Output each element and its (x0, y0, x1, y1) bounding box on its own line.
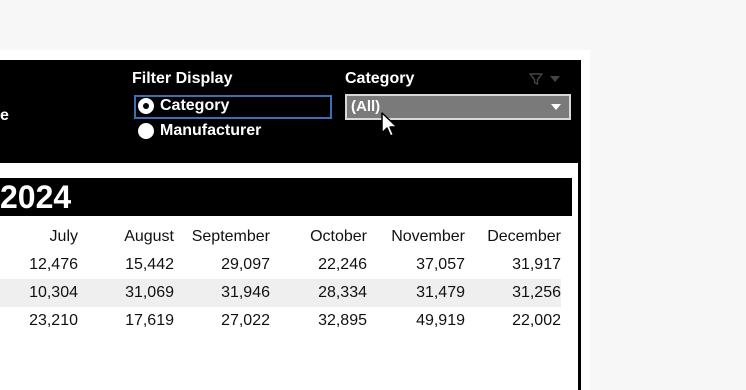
background-top (0, 0, 590, 50)
table-row: 10,304 31,069 31,946 28,334 31,479 31,25… (0, 279, 561, 307)
table-cell: 17,619 (125, 312, 174, 329)
table-cell: 31,917 (512, 256, 561, 273)
table-cell: 27,022 (221, 312, 270, 329)
year-title: 2024 (0, 179, 72, 215)
filter-display-title: Filter Display (132, 70, 233, 87)
table-cell: 28,334 (270, 279, 367, 307)
table-row: 12,476 15,442 29,097 22,246 37,057 31,91… (0, 251, 561, 279)
background-right (590, 0, 746, 390)
year-title-bar: 2024 (0, 178, 572, 216)
radio-checked-icon[interactable] (138, 98, 154, 114)
table-cell: 31,256 (465, 279, 561, 307)
table-cell: 31,946 (174, 279, 270, 307)
radio-option-category[interactable]: Category (138, 97, 229, 115)
column-header: December (487, 228, 561, 245)
table-cell: 37,057 (416, 256, 465, 273)
chevron-down-icon[interactable] (551, 104, 561, 110)
table-cell: 49,919 (416, 312, 465, 329)
table-row: 23,210 17,619 27,022 32,895 49,919 22,00… (0, 307, 561, 335)
table-cell: 22,002 (512, 312, 561, 329)
column-header: August (124, 228, 174, 245)
radio-label-category: Category (160, 97, 230, 114)
category-filter-title: Category (345, 70, 415, 87)
table-cell: 12,476 (29, 256, 78, 273)
filter-tools (529, 72, 561, 86)
category-dropdown[interactable]: (All) (345, 94, 571, 120)
filter-icon[interactable] (529, 72, 543, 86)
table-cell: 23,210 (29, 312, 78, 329)
column-header: October (310, 228, 367, 245)
table-cell: 31,069 (78, 279, 174, 307)
table-cell: 32,895 (318, 312, 367, 329)
column-header: September (191, 228, 270, 245)
radio-option-manufacturer[interactable]: Manufacturer (138, 122, 261, 140)
category-dropdown-value: (All) (351, 98, 381, 115)
panel-right-border (578, 60, 581, 390)
radio-unchecked-icon[interactable] (138, 123, 154, 139)
mouse-cursor-icon (381, 112, 398, 137)
table-cell: 15,442 (125, 256, 174, 273)
dropdown-arrow-icon[interactable] (549, 74, 561, 84)
column-header: July (49, 228, 78, 245)
table-cell: 31,479 (367, 279, 465, 307)
screen: e Filter Display Category Manufacturer C… (0, 0, 746, 390)
radio-label-manufacturer: Manufacturer (160, 122, 262, 139)
column-header: November (391, 228, 465, 245)
monthly-table: July August September October November D… (0, 223, 561, 335)
table-cell: 10,304 (0, 279, 78, 307)
table-cell: 29,097 (221, 256, 270, 273)
table-cell: 22,246 (318, 256, 367, 273)
table-header-row: July August September October November D… (0, 223, 561, 251)
header-left-label: e (0, 107, 9, 124)
